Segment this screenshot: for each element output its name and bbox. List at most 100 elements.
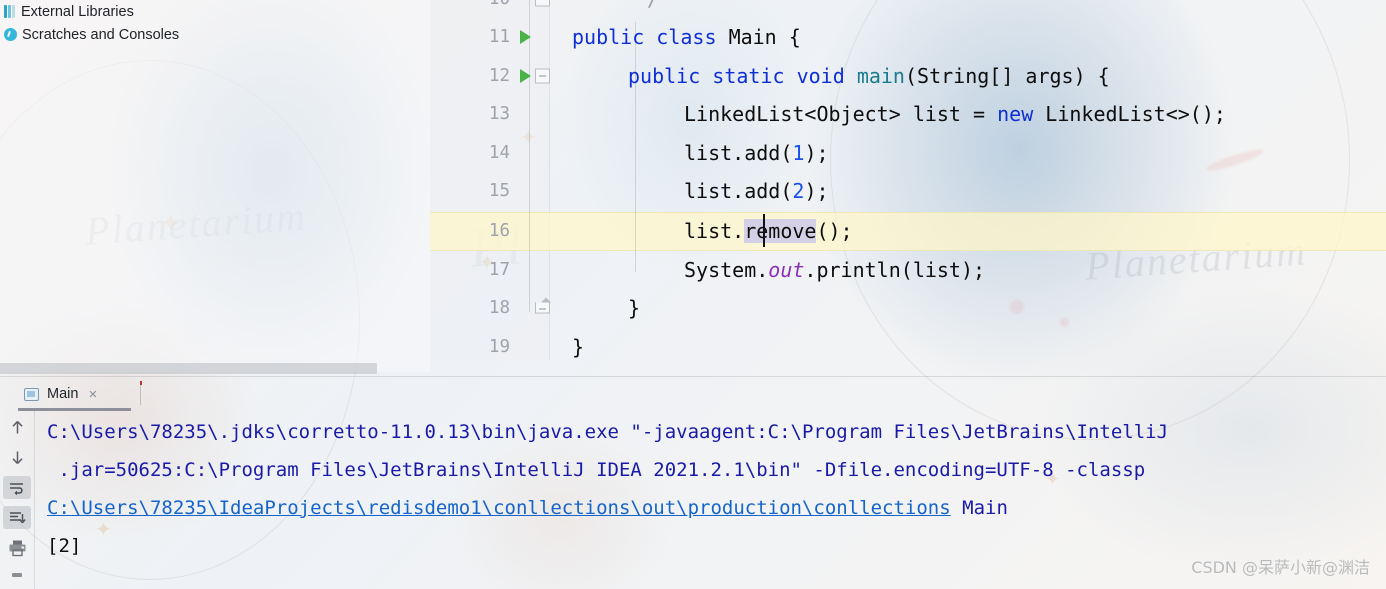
console-line: C:\Users\78235\.jdks\corretto-11.0.13\bi…	[47, 421, 1169, 443]
method-add: add	[744, 140, 781, 165]
libraries-icon	[4, 5, 16, 18]
code-text: }	[628, 296, 641, 321]
code-line-15[interactable]: 15 list.add(2);	[430, 172, 1386, 211]
keyword-class: class	[656, 25, 717, 50]
scrollbar-thumb[interactable]	[0, 363, 377, 374]
code-text: LinkedList<Object> list = new LinkedList…	[684, 102, 1226, 127]
gutter-markers	[518, 212, 550, 251]
line-number: 10	[430, 0, 518, 9]
keyword-static: static	[712, 63, 785, 88]
var-list: list	[912, 257, 961, 282]
run-class-icon[interactable]	[520, 30, 531, 45]
console-program-output: [2]	[47, 535, 82, 557]
line-number: 13	[488, 104, 510, 125]
code-text: list.remove();	[684, 219, 853, 244]
keyword-public: public	[572, 25, 645, 50]
scroll-to-end-icon[interactable]	[3, 506, 31, 529]
code-text: public class Main {	[572, 25, 801, 50]
code-text: System.out.println(list);	[684, 257, 986, 282]
run-tab-main[interactable]: Main ×	[18, 380, 131, 411]
code-line-19[interactable]: 19 }	[430, 328, 1386, 361]
line-number: 16	[488, 221, 510, 242]
scroll-up-icon[interactable]	[3, 416, 31, 439]
type-linkedlist: LinkedList	[1045, 102, 1166, 127]
more-options-icon[interactable]	[3, 566, 31, 589]
console-line: .jar=50625:C:\Program Files\JetBrains\In…	[47, 459, 1146, 481]
editor-horizontal-scrollbar[interactable]	[0, 362, 430, 375]
method-add: add	[744, 179, 781, 204]
gutter-markers	[518, 134, 550, 173]
fold-marker-icon[interactable]	[535, 68, 550, 84]
line-number: 18	[488, 298, 510, 319]
code-line-12[interactable]: 12 public static void main(String[] args…	[430, 57, 1386, 96]
code-text: }	[572, 334, 585, 359]
console-icon	[24, 387, 39, 401]
code-line-10[interactable]: 10 */	[430, 0, 1386, 19]
tree-item-label: External Libraries	[21, 3, 134, 20]
number-literal: 2	[792, 179, 805, 204]
console-output[interactable]: C:\Users\78235\.jdks\corretto-11.0.13\bi…	[35, 410, 1386, 589]
gutter-markers	[518, 0, 550, 19]
line-number: 17	[488, 259, 510, 280]
keyword-void: void	[796, 63, 845, 88]
code-text: list.add(1);	[684, 140, 829, 165]
soft-wrap-icon[interactable]	[3, 476, 31, 499]
code-text: list.add(2);	[684, 179, 829, 204]
print-icon[interactable]	[3, 536, 31, 559]
class-system: System	[684, 257, 757, 282]
code-text: public static void main(String[] args) {	[628, 63, 1110, 88]
code-line-14[interactable]: 14 list.add(1);	[430, 134, 1386, 173]
tab-separator	[139, 381, 142, 405]
line-number: 15	[488, 181, 510, 202]
var-list: list	[684, 219, 733, 244]
run-tab-label: Main	[47, 386, 79, 402]
gutter-markers	[518, 18, 550, 57]
scroll-down-icon[interactable]	[3, 446, 31, 469]
fold-marker-icon[interactable]	[535, 0, 550, 7]
console-toolbar	[0, 410, 34, 589]
code-line-18[interactable]: 18 }	[430, 289, 1386, 328]
gutter-markers	[518, 289, 551, 328]
gutter-markers	[518, 172, 550, 211]
line-number: 12	[488, 65, 510, 86]
keyword-public: public	[628, 63, 701, 88]
code-text: */	[550, 0, 659, 11]
line-number: 19	[488, 336, 510, 357]
number-literal: 1	[792, 140, 805, 165]
gutter-markers	[518, 251, 550, 290]
csdn-watermark: CSDN @呆萨小新@渊洁	[1191, 558, 1370, 577]
tree-item-scratches-and-consoles[interactable]: Scratches and Consoles	[0, 23, 430, 46]
keyword-new: new	[997, 102, 1034, 127]
panel-splitter[interactable]	[0, 376, 1386, 377]
tree-item-external-libraries[interactable]: External Libraries	[0, 0, 430, 23]
code-line-11[interactable]: 11 public class Main {	[430, 18, 1386, 57]
fold-end-marker-icon[interactable]	[535, 297, 551, 314]
console-line: C:\Users\78235\IdeaProjects\redisdemo1\c…	[35, 489, 1386, 527]
var-list: list	[684, 140, 733, 165]
param-args: args	[1025, 63, 1074, 88]
console-main-arg: Main	[950, 497, 1008, 519]
field-out: out	[768, 257, 805, 282]
run-method-icon[interactable]	[520, 68, 531, 83]
code-line-13[interactable]: 13 LinkedList<Object> list = new LinkedL…	[430, 95, 1386, 134]
type-object: Object	[816, 102, 889, 127]
close-icon[interactable]: ×	[88, 387, 97, 402]
var-list: list	[912, 102, 961, 127]
identifier-main-method: main	[856, 63, 905, 88]
tree-item-label: Scratches and Consoles	[22, 26, 180, 43]
type-linkedlist: LinkedList	[684, 102, 805, 127]
type-string: String	[917, 63, 990, 88]
gutter-markers	[518, 328, 550, 361]
classpath-link[interactable]: C:\Users\78235\IdeaProjects\redisdemo1\c…	[47, 497, 951, 519]
method-println: println	[816, 257, 901, 282]
run-tab-bar: Main ×	[0, 377, 1386, 411]
gutter-markers	[518, 57, 550, 96]
var-list: list	[684, 179, 733, 204]
scratches-icon	[4, 28, 17, 41]
method-remove: remove	[744, 219, 817, 244]
code-line-17[interactable]: 17 System.out.println(list);	[430, 251, 1386, 290]
project-tool-window: External Libraries Scratches and Console…	[0, 0, 430, 372]
code-line-16[interactable]: 16 list.remove();	[430, 212, 1386, 251]
code-editor[interactable]: 10 */ 11 public class Main { 12 public s…	[430, 0, 1386, 360]
identifier-main-class: Main	[728, 25, 777, 50]
